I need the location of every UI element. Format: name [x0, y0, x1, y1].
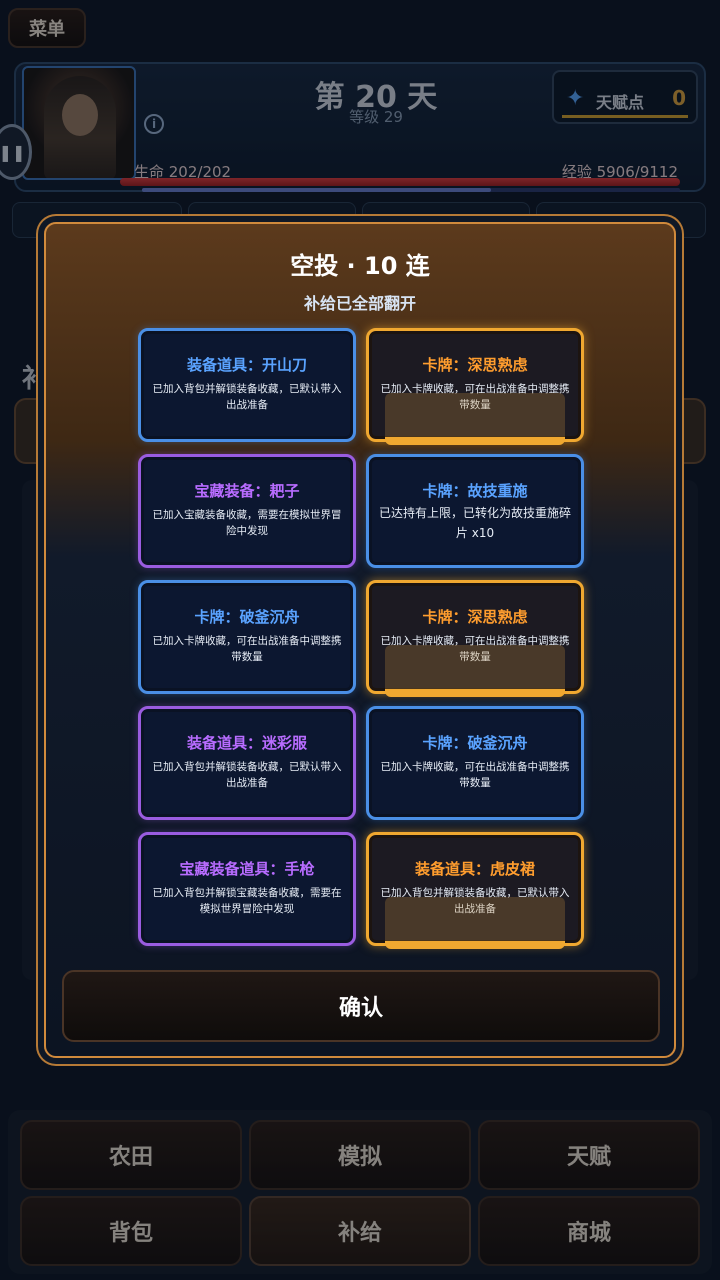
- reward-card-description: 已加入宝藏装备收藏，需要在模拟世界冒险中发现: [152, 509, 342, 537]
- reward-card[interactable]: 装备道具：虎皮裙 已加入背包并解锁装备收藏，已默认带入出战准备: [366, 832, 584, 949]
- reward-card-title: 装备道具：迷彩服: [186, 734, 307, 752]
- gold-card-glow: [385, 393, 565, 445]
- reward-card[interactable]: 卡牌：破釜沉舟已加入卡牌收藏，可在出战准备中调整携带数量: [138, 580, 356, 694]
- reward-card-title: 装备道具：虎皮裙: [414, 860, 535, 878]
- reward-card-title: 宝藏装备道具：手枪: [179, 860, 315, 878]
- confirm-button[interactable]: 确认: [62, 970, 660, 1042]
- gold-card-glow: [385, 897, 565, 949]
- reward-card-description: 已达持有上限，已转化为故技重施碎片 x10: [378, 506, 571, 540]
- reward-card[interactable]: 装备道具：开山刀已加入背包并解锁装备收藏，已默认带入出战准备: [138, 328, 356, 442]
- reward-card-description: 已加入卡牌收藏，可在出战准备中调整携带数量: [380, 761, 570, 789]
- reward-card-title: 宝藏装备：耙子: [194, 482, 300, 500]
- reward-card-title: 卡牌：深思熟虑: [422, 608, 528, 626]
- reward-card[interactable]: 装备道具：迷彩服已加入背包并解锁装备收藏，已默认带入出战准备: [138, 706, 356, 820]
- reward-card-description: 已加入卡牌收藏，可在出战准备中调整携带数量: [152, 635, 342, 663]
- modal-title: 空投 · 10 连: [290, 252, 430, 280]
- reward-card[interactable]: 卡牌：深思熟虑 已加入卡牌收藏，可在出战准备中调整携带数量: [366, 328, 584, 445]
- reward-card[interactable]: 卡牌：故技重施已达持有上限，已转化为故技重施碎片 x10: [366, 454, 584, 568]
- reward-card-title: 卡牌：破釜沉舟: [194, 608, 300, 626]
- reward-card-title: 装备道具：开山刀: [186, 356, 307, 374]
- reward-card-title: 卡牌：故技重施: [422, 482, 528, 500]
- modal-subtitle: 补给已全部翻开: [303, 294, 416, 313]
- reward-card-title: 卡牌：破釜沉舟: [422, 734, 528, 752]
- gold-card-glow: [385, 645, 565, 697]
- reward-card-title: 卡牌：深思熟虑: [422, 356, 528, 374]
- airdrop-modal: 空投 · 10 连 补给已全部翻开 装备道具：开山刀已加入背包并解锁装备收藏，已…: [44, 222, 676, 1058]
- reward-card[interactable]: 卡牌：深思熟虑 已加入卡牌收藏，可在出战准备中调整携带数量: [366, 580, 584, 697]
- reward-card[interactable]: 宝藏装备：耙子已加入宝藏装备收藏，需要在模拟世界冒险中发现: [138, 454, 356, 568]
- reward-card-description: 已加入背包并解锁装备收藏，已默认带入出战准备: [152, 383, 342, 411]
- reward-card-description: 已加入背包并解锁装备收藏，已默认带入出战准备: [152, 761, 342, 789]
- reward-card[interactable]: 宝藏装备道具：手枪已加入背包并解锁宝藏装备收藏，需要在模拟世界冒险中发现: [138, 832, 356, 946]
- reward-card[interactable]: 卡牌：破釜沉舟已加入卡牌收藏，可在出战准备中调整携带数量: [366, 706, 584, 820]
- reward-card-description: 已加入背包并解锁宝藏装备收藏，需要在模拟世界冒险中发现: [152, 887, 342, 915]
